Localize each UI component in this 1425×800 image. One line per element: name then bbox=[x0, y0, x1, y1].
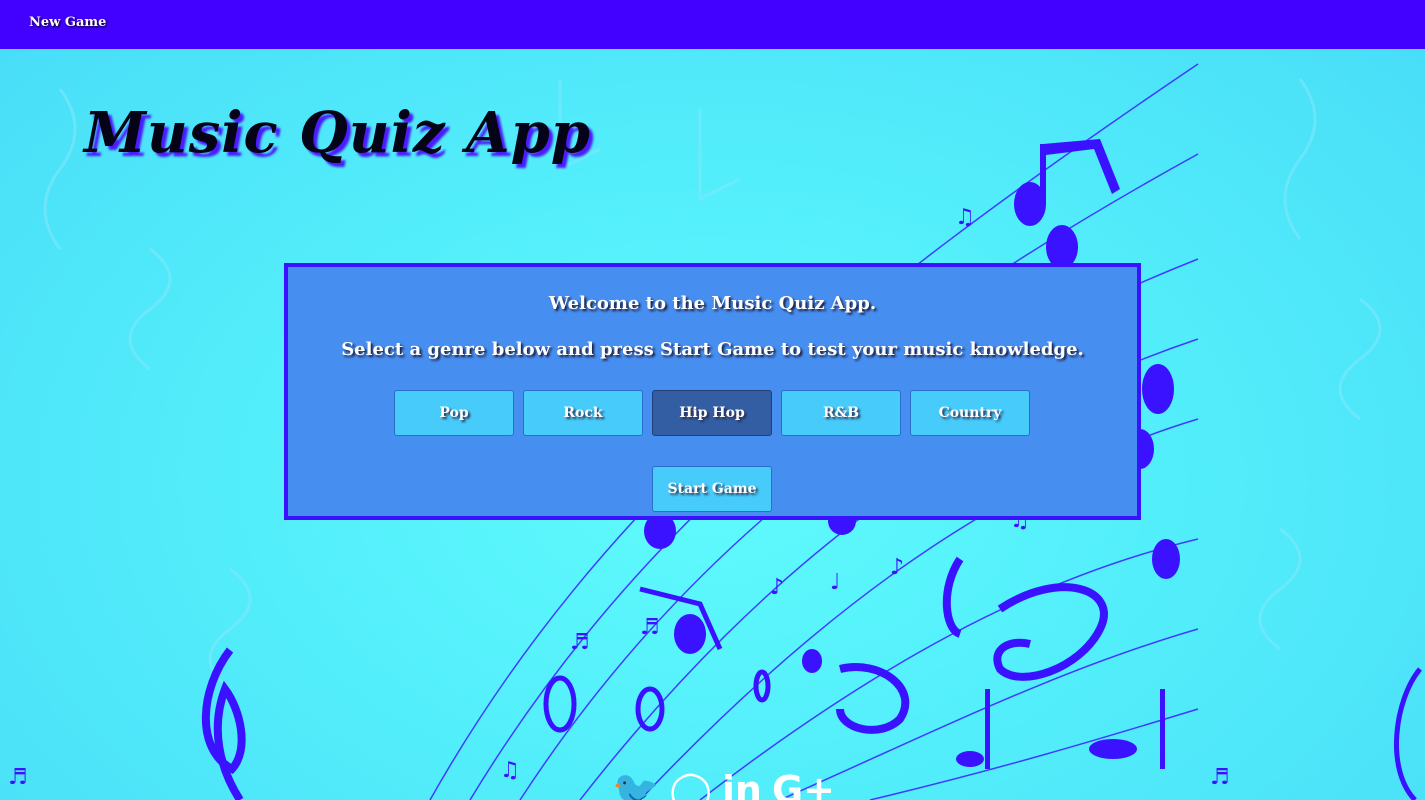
genre-button-group: Pop Rock Hip Hop R&B Country bbox=[394, 390, 1030, 436]
svg-text:♩: ♩ bbox=[830, 570, 840, 595]
welcome-text: Welcome to the Music Quiz App. bbox=[548, 293, 877, 314]
top-nav-bar: New Game bbox=[0, 0, 1425, 49]
genre-button-hip-hop[interactable]: Hip Hop bbox=[652, 390, 772, 436]
svg-text:♪: ♪ bbox=[890, 555, 904, 580]
svg-text:♫: ♫ bbox=[955, 205, 975, 230]
github-icon[interactable]: ◯ bbox=[669, 770, 712, 800]
svg-text:♬: ♬ bbox=[570, 630, 590, 655]
svg-text:♫: ♫ bbox=[500, 758, 520, 783]
quiz-panel: Welcome to the Music Quiz App. Select a … bbox=[284, 263, 1141, 520]
genre-button-rnb[interactable]: R&B bbox=[781, 390, 901, 436]
svg-text:♬: ♬ bbox=[1210, 765, 1230, 790]
instructions-text: Select a genre below and press Start Gam… bbox=[341, 339, 1084, 360]
genre-button-country[interactable]: Country bbox=[910, 390, 1030, 436]
svg-text:♬: ♬ bbox=[640, 615, 660, 640]
svg-text:♪: ♪ bbox=[770, 575, 784, 600]
twitter-icon[interactable]: 🐦 bbox=[612, 770, 659, 800]
genre-button-rock[interactable]: Rock bbox=[523, 390, 643, 436]
genre-button-pop[interactable]: Pop bbox=[394, 390, 514, 436]
start-game-button[interactable]: Start Game bbox=[652, 466, 772, 512]
page-title: Music Quiz App bbox=[84, 100, 591, 166]
new-game-link[interactable]: New Game bbox=[29, 15, 106, 30]
google-plus-icon[interactable]: G+ bbox=[772, 770, 835, 800]
svg-text:♬: ♬ bbox=[8, 765, 28, 790]
linkedin-icon[interactable]: in bbox=[722, 770, 762, 800]
social-links: 🐦 ◯ in G+ bbox=[612, 770, 835, 800]
